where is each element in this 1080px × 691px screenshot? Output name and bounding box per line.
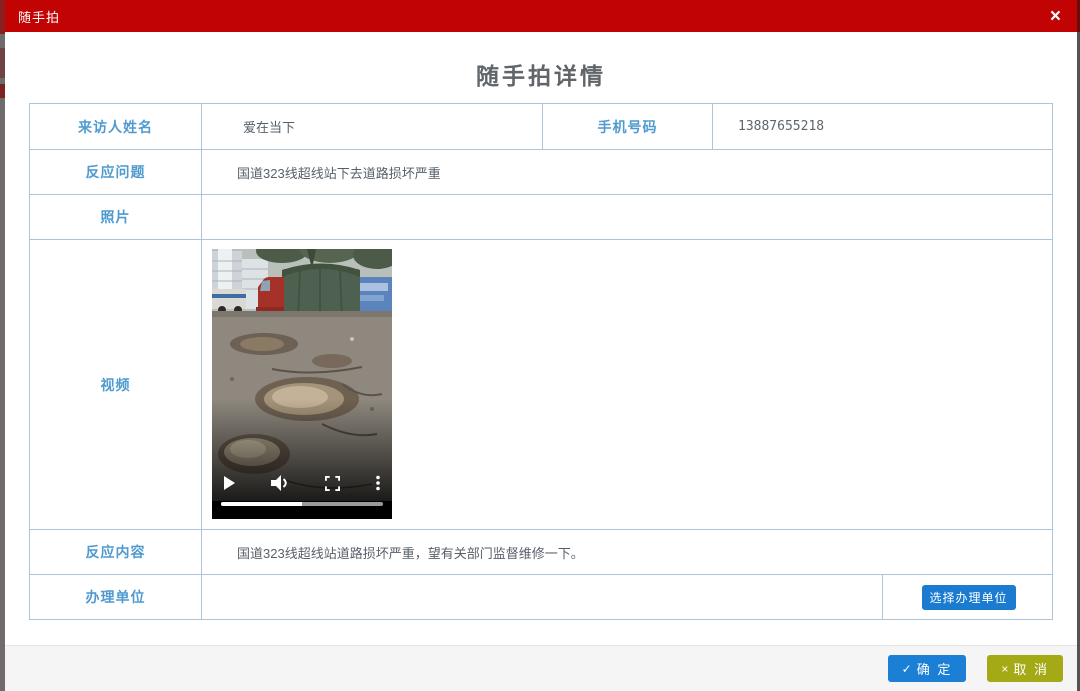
field-label-phone: 手机号码 <box>542 104 712 149</box>
page-title: 随手拍详情 <box>5 32 1077 103</box>
cancel-button-label: 取 消 <box>1013 659 1049 678</box>
video-player[interactable] <box>212 249 392 519</box>
field-label-unit: 办理单位 <box>30 575 201 619</box>
field-value-phone: 13887655218 <box>712 104 1052 149</box>
field-value-video <box>201 240 1052 529</box>
field-value-visitor-name: 爱在当下 <box>201 104 542 149</box>
field-label-content: 反应内容 <box>30 530 201 574</box>
dialog-body: 随手拍详情 来访人姓名 爱在当下 手机号码 13887655218 反应问题 国… <box>5 32 1077 645</box>
field-value-photo <box>201 195 1052 239</box>
video-progress-fill <box>221 502 302 506</box>
table-row: 照片 <box>30 194 1052 239</box>
unit-button-cell: 选择办理单位 <box>882 575 1054 619</box>
field-value-content: 国道323线超线站道路损坏严重，望有关部门监督维修一下。 <box>201 530 1052 574</box>
field-label-video: 视频 <box>30 240 201 529</box>
table-row: 反应内容 国道323线超线站道路损坏严重，望有关部门监督维修一下。 <box>30 529 1052 574</box>
table-row: 反应问题 国道323线超线站下去道路损坏严重 <box>30 149 1052 194</box>
table-row: 视频 <box>30 239 1052 529</box>
cancel-button[interactable]: × 取 消 <box>987 655 1063 682</box>
dialog-header: 随手拍 × <box>5 0 1077 32</box>
field-label-photo: 照片 <box>30 195 201 239</box>
confirm-button-label: 确 定 <box>917 659 953 678</box>
fullscreen-icon[interactable] <box>325 476 340 491</box>
detail-table: 来访人姓名 爱在当下 手机号码 13887655218 反应问题 国道323线超… <box>29 103 1053 620</box>
check-icon: ✓ <box>902 662 912 676</box>
confirm-button[interactable]: ✓ 确 定 <box>888 655 967 682</box>
table-row: 来访人姓名 爱在当下 手机号码 13887655218 <box>30 104 1052 149</box>
video-controls <box>212 473 392 493</box>
play-icon[interactable] <box>224 476 235 490</box>
field-label-issue: 反应问题 <box>30 150 201 194</box>
volume-icon[interactable] <box>271 475 290 491</box>
suishoupai-dialog: 随手拍 × 随手拍详情 来访人姓名 爱在当下 手机号码 13887655218 … <box>5 0 1077 691</box>
table-row: 办理单位 选择办理单位 <box>30 574 1052 619</box>
field-label-visitor-name: 来访人姓名 <box>30 104 201 149</box>
window-title: 随手拍 <box>18 7 60 26</box>
field-value-issue: 国道323线超线站下去道路损坏严重 <box>201 150 1052 194</box>
more-options-icon[interactable] <box>376 475 380 491</box>
field-value-unit <box>201 575 882 619</box>
close-icon[interactable]: × <box>1050 7 1061 26</box>
x-icon: × <box>1001 662 1008 676</box>
video-progress-bar[interactable] <box>221 502 383 506</box>
select-unit-button[interactable]: 选择办理单位 <box>922 585 1016 610</box>
dialog-footer: ✓ 确 定 × 取 消 <box>5 645 1077 691</box>
